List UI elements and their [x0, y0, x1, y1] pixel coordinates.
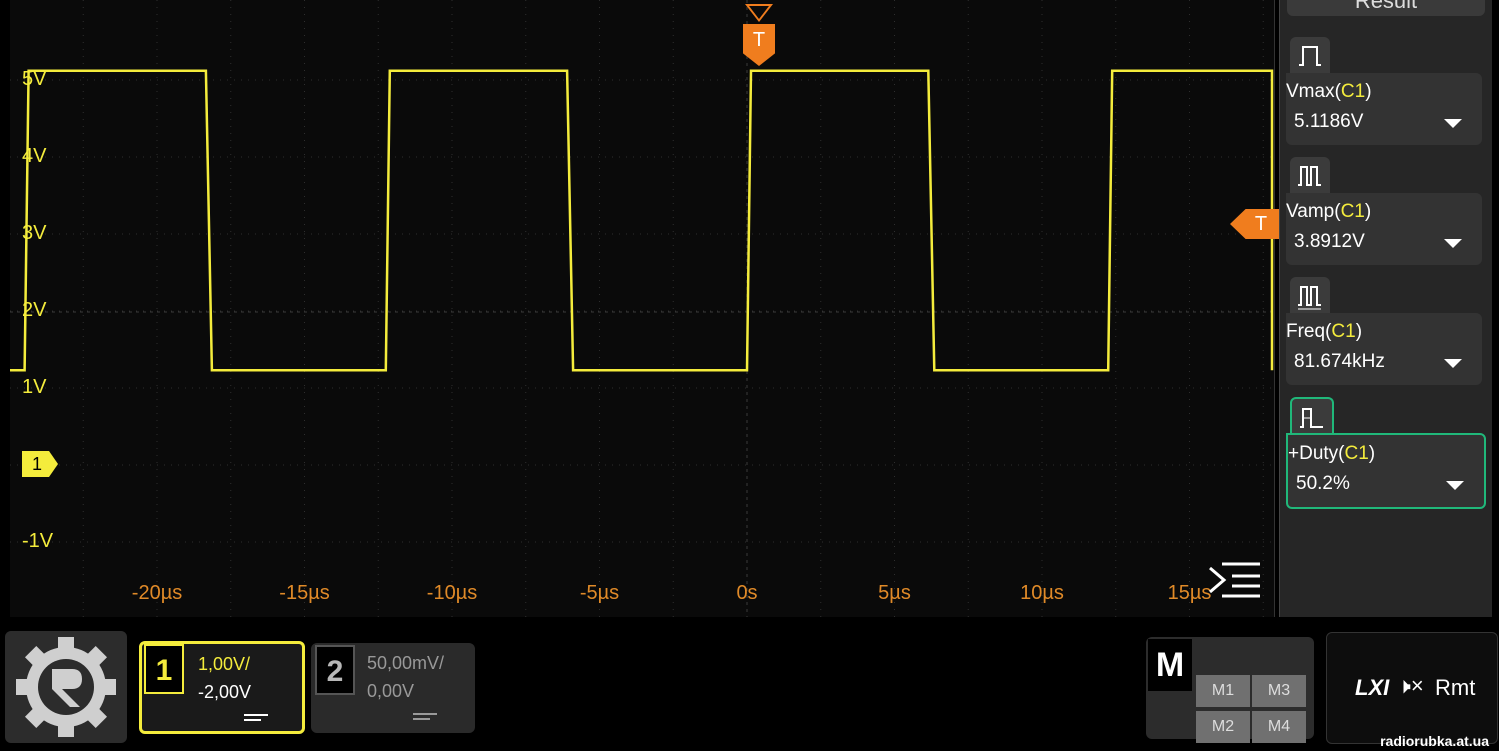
math-m1[interactable]: M1 — [1196, 675, 1250, 707]
measurement-tab[interactable] — [1290, 397, 1334, 435]
pulse-train-icon — [1298, 166, 1321, 186]
measurement-source: C1 — [1340, 201, 1365, 222]
x-axis-label: -20µs — [131, 582, 183, 604]
measurement-type: Vmax — [1286, 81, 1335, 102]
measurement-type: +Duty — [1288, 443, 1339, 464]
y-axis-label: 4V — [22, 145, 47, 167]
math-panel[interactable]: M M1 M3 M2 M4 — [1146, 637, 1314, 743]
measurement-plus-duty[interactable]: +Duty(C1) 50.2% — [1286, 397, 1486, 515]
dropdown-arrow-icon[interactable] — [1444, 119, 1462, 128]
pulse-icon — [1299, 46, 1321, 66]
dropdown-arrow-icon[interactable] — [1444, 359, 1462, 368]
dc-coupling-icon — [413, 713, 437, 723]
ch2-settings[interactable]: 2 50,00mV/ 0,00V — [311, 643, 475, 733]
ch1-trace — [10, 69, 1274, 372]
menu-icon[interactable] — [1206, 560, 1262, 600]
measurement-body[interactable]: Vmax(C1) 5.1186V — [1286, 73, 1482, 145]
measurement-name: Freq(C1) — [1286, 321, 1363, 342]
x-axis-label: 0s — [736, 582, 758, 604]
dropdown-arrow-icon[interactable] — [1444, 239, 1462, 248]
status-panel[interactable]: LXI 🕨× Rmt — [1326, 632, 1498, 744]
measurement-tab[interactable] — [1290, 157, 1330, 193]
y-axis-label: 2V — [22, 299, 47, 321]
measurement-source: C1 — [1340, 81, 1366, 102]
measurement-name: Vamp(C1) — [1286, 201, 1372, 222]
ch1-settings[interactable]: 1 1,00V/ -2,00V — [139, 641, 305, 734]
measurement-body[interactable]: +Duty(C1) 50.2% — [1286, 433, 1486, 509]
math-m4[interactable]: M4 — [1252, 711, 1306, 743]
y-axis-label: 1V — [22, 376, 47, 398]
measurement-value: 3.8912V — [1294, 231, 1365, 252]
trigger-position-indicator — [745, 4, 773, 22]
waveform-canvas — [10, 0, 1274, 617]
y-axis-label: 5V — [22, 68, 47, 90]
measurement-vmax[interactable]: Vmax(C1) 5.1186V — [1286, 37, 1484, 155]
measurement-name: Vmax(C1) — [1286, 81, 1372, 102]
measurement-vamp[interactable]: Vamp(C1) 3.8912V — [1286, 157, 1484, 275]
measurement-type: Freq — [1286, 321, 1326, 342]
measurement-tab[interactable] — [1290, 277, 1330, 313]
ch1-offset: -2,00V — [198, 682, 252, 702]
x-axis-label: -15µs — [279, 582, 330, 604]
math-m2[interactable]: M2 — [1196, 711, 1250, 743]
graticule — [10, 0, 1274, 617]
ch2-offset: 0,00V — [367, 681, 415, 701]
y-axis-label: 3V — [22, 222, 47, 244]
results-panel: Result Vmax(C1) 5.1186V Vamp(C1) 3.8912V Fre… — [1279, 0, 1492, 617]
x-axis-label: 10µs — [1020, 582, 1064, 604]
measurement-value: 50.2% — [1296, 473, 1350, 494]
measurement-freq[interactable]: Freq(C1) 81.674kHz — [1286, 277, 1484, 395]
math-m3[interactable]: M3 — [1252, 675, 1306, 707]
measurement-source: C1 — [1331, 321, 1356, 342]
measurement-type: Vamp — [1286, 201, 1335, 222]
x-axis-label: -10µs — [426, 582, 478, 604]
x-axis-label: 5µs — [878, 582, 911, 604]
ch1-number: 1 — [144, 644, 184, 694]
remote-indicator: Rmt — [1435, 675, 1476, 700]
y-axis-label: -1V — [22, 530, 54, 552]
x-axis-label: -5µs — [579, 582, 620, 604]
ch2-scale: 50,00mV/ — [367, 653, 445, 673]
duty-icon — [1300, 408, 1323, 428]
speaker-muted-icon[interactable]: 🕨× — [1397, 673, 1424, 699]
measurement-source: C1 — [1344, 443, 1369, 464]
measurement-value: 81.674kHz — [1294, 351, 1385, 372]
measurement-tab[interactable] — [1290, 37, 1330, 73]
measurement-body[interactable]: Freq(C1) 81.674kHz — [1286, 313, 1482, 385]
gear-logo-icon — [16, 637, 116, 737]
watermark: radiorubka.at.ua — [1380, 733, 1489, 749]
measurement-value: 5.1186V — [1294, 111, 1364, 132]
bottom-bar: 1 1,00V/ -2,00V 2 50,00mV/ 0,00V M M1 M3… — [0, 620, 1499, 751]
lxi-indicator: LXI — [1355, 675, 1390, 700]
math-label: M — [1148, 639, 1192, 691]
measurement-body[interactable]: Vamp(C1) 3.8912V — [1286, 193, 1482, 265]
ch1-scale: 1,00V/ — [198, 654, 251, 674]
results-title[interactable]: Result — [1287, 0, 1485, 16]
x-axis-label: 15µs — [1167, 582, 1212, 604]
measurement-name: +Duty(C1) — [1288, 443, 1376, 464]
home-button[interactable] — [5, 631, 127, 743]
frequency-icon — [1298, 286, 1321, 310]
ch2-number: 2 — [315, 645, 355, 695]
dropdown-arrow-icon[interactable] — [1446, 481, 1464, 490]
dc-coupling-icon — [244, 714, 268, 724]
waveform-display[interactable]: 5V 4V 3V 2V 1V -1V -20µs -15µs -10µs -5µs 0s 5µs 10… — [10, 0, 1359, 617]
